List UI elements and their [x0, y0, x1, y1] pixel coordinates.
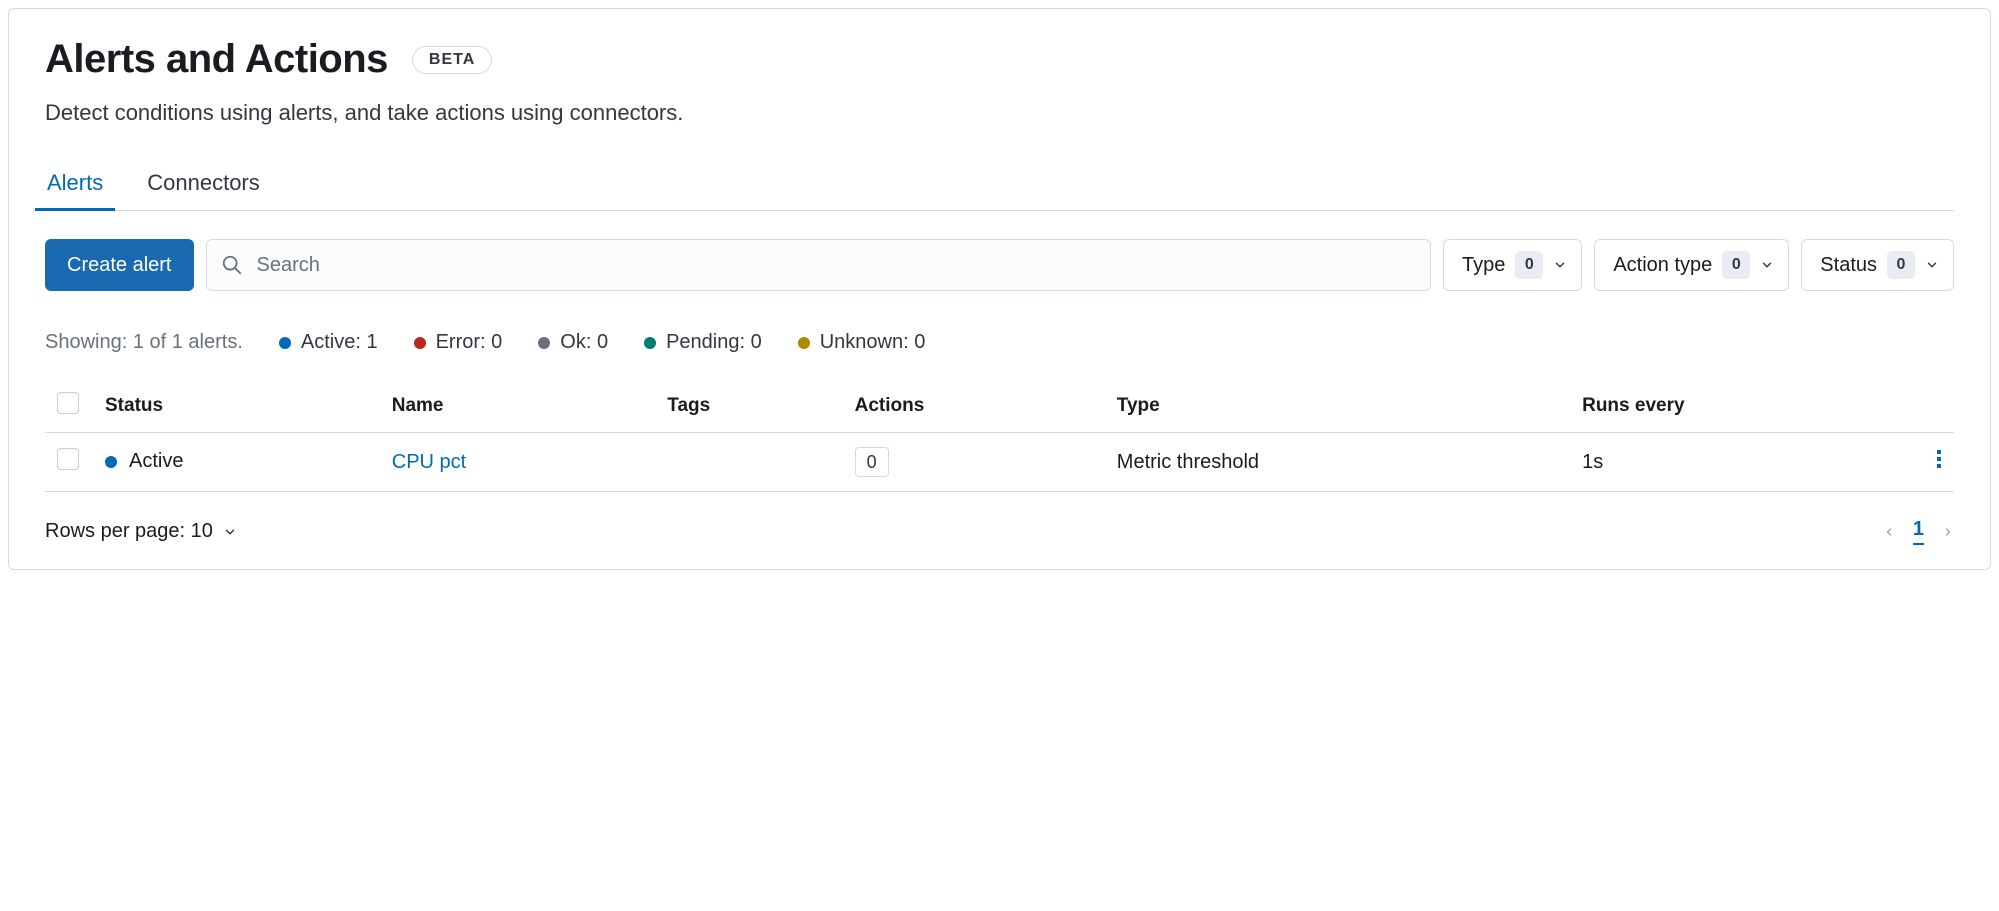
- chevron-down-icon: [223, 525, 237, 539]
- search-icon: [221, 254, 243, 276]
- filter-action-type-count: 0: [1722, 251, 1750, 279]
- tab-connectors[interactable]: Connectors: [145, 170, 262, 210]
- tab-alerts[interactable]: Alerts: [45, 170, 105, 210]
- dot-icon: [798, 337, 810, 349]
- row-runs-every: 1s: [1570, 433, 1924, 492]
- status-dot-icon: [105, 456, 117, 468]
- summary-count: Showing: 1 of 1 alerts.: [45, 331, 243, 354]
- page-title: Alerts and Actions: [45, 37, 388, 82]
- col-status[interactable]: Status: [93, 382, 380, 433]
- col-name[interactable]: Name: [380, 382, 656, 433]
- legend-active: Active: 1: [279, 331, 378, 354]
- filter-type[interactable]: Type 0: [1443, 239, 1582, 291]
- current-page[interactable]: 1: [1913, 518, 1924, 545]
- rows-per-page-label: Rows per page: 10: [45, 520, 213, 543]
- alerts-panel: Alerts and Actions BETA Detect condition…: [8, 8, 1991, 570]
- pagination: 1: [1883, 518, 1954, 545]
- col-actions[interactable]: Actions: [843, 382, 1105, 433]
- next-page-icon[interactable]: [1942, 523, 1954, 541]
- row-actions-menu-icon[interactable]: [1936, 449, 1942, 469]
- row-tags: [655, 433, 842, 492]
- row-type: Metric threshold: [1105, 433, 1570, 492]
- col-tags[interactable]: Tags: [655, 382, 842, 433]
- rows-per-page[interactable]: Rows per page: 10: [45, 520, 237, 543]
- create-alert-button[interactable]: Create alert: [45, 239, 194, 291]
- legend-error: Error: 0: [414, 331, 503, 354]
- filter-type-label: Type: [1462, 254, 1505, 277]
- alerts-table: Status Name Tags Actions Type Runs every: [45, 382, 1954, 492]
- filter-status[interactable]: Status 0: [1801, 239, 1954, 291]
- alert-name-link[interactable]: CPU pct: [392, 451, 466, 473]
- filter-status-count: 0: [1887, 251, 1915, 279]
- row-status: Active: [129, 450, 183, 473]
- filter-type-count: 0: [1515, 251, 1543, 279]
- row-checkbox[interactable]: [57, 448, 79, 470]
- search-field[interactable]: [206, 239, 1431, 291]
- row-actions-count: 0: [855, 447, 889, 477]
- legend-ok: Ok: 0: [538, 331, 608, 354]
- page-subtitle: Detect conditions using alerts, and take…: [45, 100, 1954, 126]
- dot-icon: [414, 337, 426, 349]
- prev-page-icon[interactable]: [1883, 523, 1895, 541]
- legend-pending: Pending: 0 Pending: 0: [644, 331, 762, 354]
- legend-unknown: Unknown: 0: [798, 331, 926, 354]
- tabs: Alerts Connectors: [45, 170, 1954, 211]
- dot-icon: [538, 337, 550, 349]
- chevron-down-icon: [1760, 258, 1774, 272]
- chevron-down-icon: [1925, 258, 1939, 272]
- beta-badge: BETA: [412, 46, 492, 74]
- filter-action-type[interactable]: Action type 0: [1594, 239, 1789, 291]
- table-row: Active CPU pct 0 Metric threshold 1s: [45, 433, 1954, 492]
- select-all-checkbox[interactable]: [57, 392, 79, 414]
- filter-status-label: Status: [1820, 254, 1877, 277]
- col-type[interactable]: Type: [1105, 382, 1570, 433]
- col-runs-every[interactable]: Runs every: [1570, 382, 1924, 433]
- dot-icon: [279, 337, 291, 349]
- search-input[interactable]: [243, 254, 1416, 277]
- chevron-down-icon: [1553, 258, 1567, 272]
- dot-icon: [644, 337, 656, 349]
- filter-action-type-label: Action type: [1613, 254, 1712, 277]
